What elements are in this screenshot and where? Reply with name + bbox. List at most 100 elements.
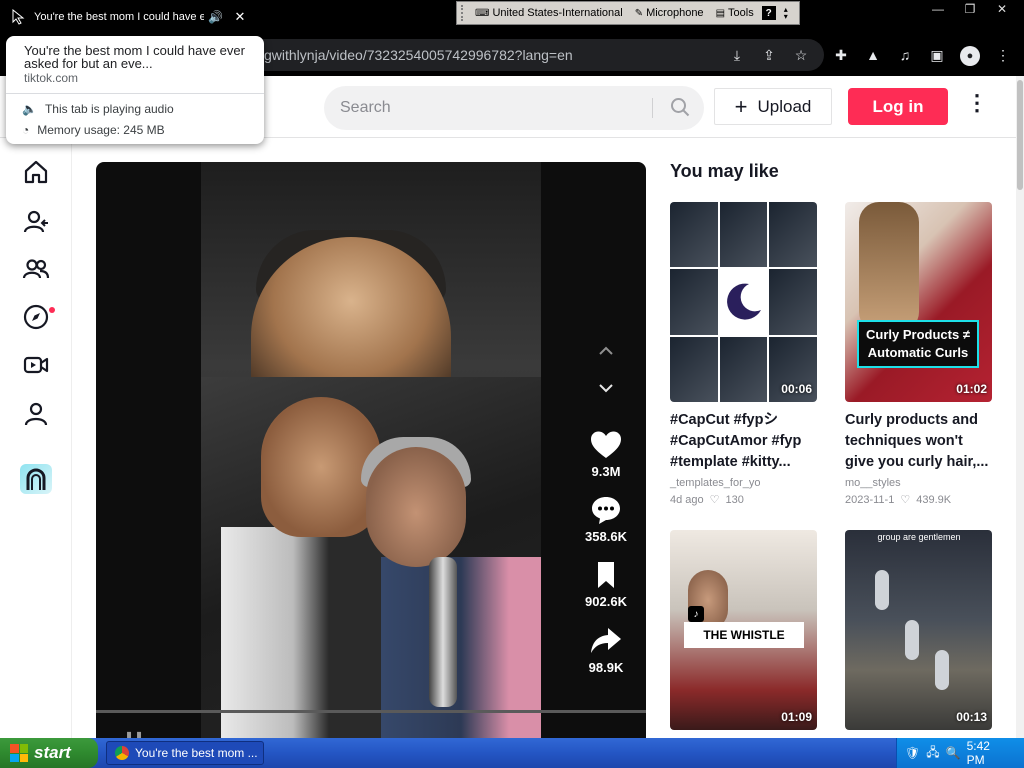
video-thumbnail[interactable]: Curly Products ≠ Automatic Curls 01:02 (845, 202, 992, 402)
network-icon[interactable]: 🖧 (926, 743, 939, 764)
next-video-chevron-down-icon[interactable] (584, 376, 628, 402)
video-description[interactable]: #CapCut #fypシ #CapCutAmor #fyp #template… (670, 410, 817, 473)
search-icon[interactable] (670, 97, 690, 117)
tools-icon: ▤ (715, 7, 726, 19)
video-date: 4d ago (670, 493, 704, 506)
video-thumbnail[interactable]: ♪ THE WHISTLE 01:09 (670, 530, 817, 730)
taskbar-chrome-window[interactable]: You're the best mom ... (106, 741, 264, 765)
home-icon[interactable] (22, 158, 50, 186)
video-duration: 00:13 (956, 710, 987, 724)
heart-icon (591, 431, 621, 458)
address-bar[interactable]: gwithlynja/video/7323254005742996782?lan… (240, 39, 824, 71)
tools-label: Tools (728, 7, 754, 19)
hover-card-domain: tiktok.com (24, 71, 79, 85)
extensions-puzzle-icon[interactable]: ✚ (832, 46, 850, 64)
friends-icon[interactable] (22, 255, 50, 283)
browser-title-strip: You're the best mom I could have ever as… (0, 0, 1024, 34)
previous-video-chevron-up-icon[interactable] (584, 337, 628, 363)
recommendations-heading: You may like (670, 161, 779, 181)
thumbnail-figure (935, 650, 949, 690)
following-icon[interactable] (22, 208, 50, 236)
video-thumbnail[interactable]: group are gentlemen 00:13 (845, 530, 992, 730)
window-controls: — ❐ ✕ (924, 0, 1016, 18)
video-stats: 4d ago ♡ 130 (670, 493, 817, 507)
like-action[interactable]: 9.3M (566, 430, 646, 479)
notification-dot (49, 307, 55, 313)
live-video-icon[interactable] (22, 351, 50, 379)
upload-label: Upload (757, 96, 812, 116)
get-app-icon[interactable] (20, 464, 52, 494)
bookmark-icon (598, 562, 614, 588)
video-card[interactable]: Curly Products ≠ Automatic Curls 01:02 C… (845, 202, 992, 506)
speaker-icon[interactable]: 🔊 (208, 10, 224, 24)
microphone-label: Microphone (646, 7, 704, 19)
chrome-icon (115, 746, 129, 760)
comment-count: 358.6K (585, 529, 627, 544)
save-action[interactable]: 902.6K (566, 560, 646, 609)
share-icon[interactable]: ⇪ (760, 46, 778, 64)
explore-compass-icon[interactable] (22, 303, 50, 331)
video-stats: 2023-11-1 ♡ 439.9K (845, 493, 992, 507)
video-player[interactable]: 9.3M 358.6K 902.6K 98.9K ❚❚ (96, 162, 646, 740)
clock[interactable]: 5:42 PM (967, 739, 1024, 767)
microphone-button[interactable]: ✎ Microphone (631, 7, 708, 19)
video-author[interactable]: mo__styles (845, 477, 992, 489)
video-card[interactable]: 00:06 #CapCut #fypシ #CapCutAmor #fyp #te… (670, 202, 817, 506)
start-button[interactable]: start (0, 738, 98, 768)
url-text: gwithlynja/video/7323254005742996782?lan… (264, 47, 573, 63)
help-button[interactable]: ? (761, 6, 776, 20)
tools-button[interactable]: ▤ Tools (712, 7, 758, 19)
thumbnail-figure (905, 620, 919, 660)
video-progress-bar[interactable] (96, 710, 646, 713)
media-control-icon[interactable]: ♫ (896, 46, 914, 64)
thumbnail-overlay-text: Curly Products ≠ Automatic Curls (857, 320, 979, 368)
taskbar: start You're the best mom ... 🛡 🖧 🔍 5:42… (0, 738, 1024, 768)
language-label: United States-International (492, 7, 623, 19)
browser-tab[interactable]: You're the best mom I could have ever as… (12, 4, 248, 30)
thumbnail-figure (875, 570, 889, 610)
search-box[interactable]: Search (324, 86, 704, 130)
close-tab-icon[interactable]: ✕ (232, 9, 248, 25)
page-scrollbar[interactable] (1016, 76, 1024, 738)
upload-button[interactable]: + Upload (714, 88, 832, 125)
profile-icon[interactable] (22, 400, 50, 428)
video-duration: 00:06 (781, 382, 812, 396)
share-action[interactable]: 98.9K (566, 626, 646, 675)
minimize-icon[interactable]: — (924, 0, 952, 18)
tiktok-logo-icon: ♪ (688, 606, 704, 622)
video-card[interactable]: group are gentlemen 00:13 (845, 530, 992, 730)
more-options-icon[interactable]: ⋮ (966, 92, 988, 114)
video-thumbnail[interactable]: 00:06 (670, 202, 817, 402)
video-card[interactable]: ♪ THE WHISTLE 01:09 (670, 530, 817, 730)
hover-card-audio-row: 🔈 This tab is playing audio (22, 102, 174, 116)
search-input[interactable]: Search (340, 99, 391, 117)
thumbnail-hair (859, 202, 919, 332)
profile-avatar-icon[interactable]: ● (960, 46, 980, 66)
address-bar-actions: ⤓ ⇪ ☆ (728, 46, 824, 64)
login-button[interactable]: Log in (848, 88, 948, 125)
comment-icon (592, 497, 620, 524)
language-bar-options-icon[interactable]: ▴ ▾ (784, 6, 788, 21)
restore-icon[interactable]: ❐ (956, 0, 984, 18)
comment-action[interactable]: 358.6K (566, 495, 646, 544)
share-count: 98.9K (588, 660, 624, 675)
video-description[interactable]: Curly products and techniques won't give… (845, 410, 992, 473)
security-shield-icon[interactable]: 🛡 (905, 746, 920, 760)
held-photograph (201, 377, 541, 740)
language-selector[interactable]: ⌨ United States-International (471, 7, 627, 19)
video-author[interactable]: _templates_for_yo (670, 477, 817, 489)
close-window-icon[interactable]: ✕ (988, 0, 1016, 18)
share-arrow-icon (591, 628, 621, 653)
install-app-icon[interactable]: ⤓ (728, 46, 746, 64)
photo-suit (221, 527, 401, 740)
start-label: start (34, 743, 71, 762)
system-tray: 🛡 🖧 🔍 5:42 PM (896, 738, 1024, 768)
side-panel-icon[interactable]: ▣ (928, 46, 946, 64)
lab-flask-icon[interactable]: ▲ (864, 46, 882, 64)
search-tray-icon[interactable]: 🔍 (946, 746, 961, 760)
language-bar-grip[interactable] (461, 5, 467, 21)
bookmark-star-icon[interactable]: ☆ (792, 46, 810, 64)
scrollbar-thumb[interactable] (1017, 80, 1023, 190)
browser-menu-icon[interactable]: ⋮ (994, 46, 1012, 64)
thumbnail-overlay-text: THE WHISTLE (684, 622, 804, 648)
